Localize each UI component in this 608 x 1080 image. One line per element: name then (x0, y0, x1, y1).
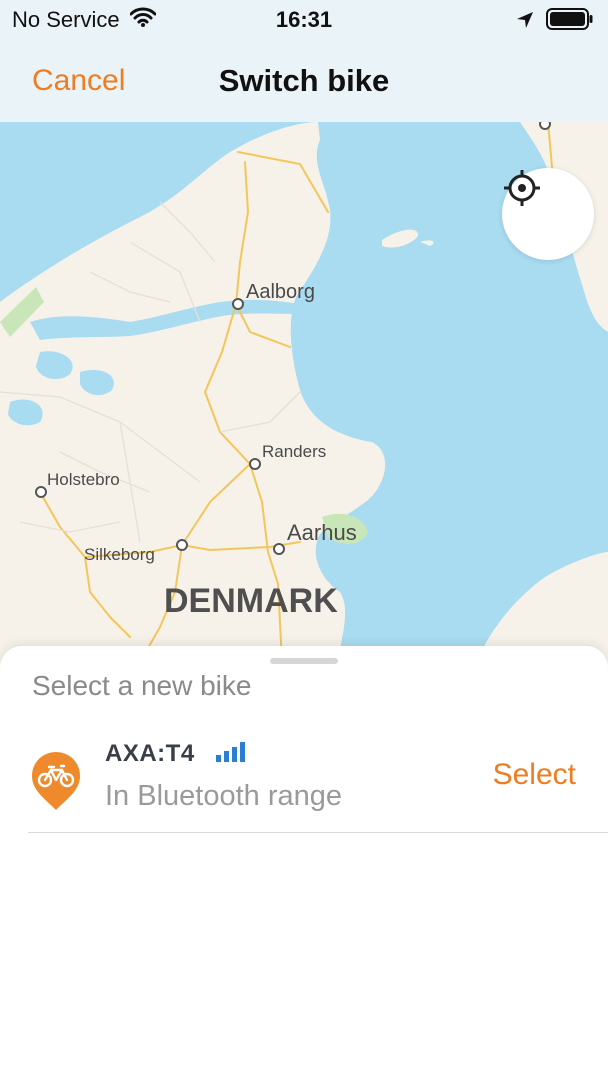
city-dot-randers (249, 458, 261, 470)
city-label-silkeborg: Silkeborg (84, 545, 155, 564)
bike-pin-icon (30, 750, 82, 812)
signal-strength-icon (216, 742, 246, 767)
city-dot-holstebro (35, 486, 47, 498)
city-dot-aalborg (232, 298, 244, 310)
locate-me-button[interactable] (502, 168, 594, 260)
battery-icon (546, 8, 594, 36)
city-dot-top (539, 122, 551, 130)
bike-name: AXA:T4 (105, 740, 195, 767)
island-laeso (420, 240, 434, 246)
map-view[interactable]: Aalborg Randers Holstebro Aarhus Silkebo… (0, 122, 608, 682)
bike-list-item[interactable]: AXA:T4 In Bluetooth range Select (28, 730, 608, 833)
sheet-grabber[interactable] (270, 658, 338, 664)
status-bar: 16:31 No Service (0, 0, 608, 40)
navigation-bar: Cancel Switch bike (0, 40, 608, 123)
city-label-holstebro: Holstebro (47, 470, 120, 489)
bike-selection-sheet: Select a new bike AXA:T4 In Bluetooth ra… (0, 646, 608, 1080)
select-bike-button[interactable]: Select (493, 758, 576, 792)
cancel-button[interactable]: Cancel (32, 64, 125, 98)
wifi-icon (129, 7, 157, 33)
city-label-randers: Randers (262, 442, 326, 461)
city-label-aarhus: Aarhus (287, 520, 357, 545)
carrier-label: No Service (12, 7, 120, 32)
bike-status: In Bluetooth range (105, 780, 343, 812)
city-dot-aarhus (273, 543, 285, 555)
city-label-aalborg: Aalborg (246, 281, 315, 303)
city-dot-silkeborg (176, 539, 188, 551)
island-anholt (382, 229, 419, 248)
location-arrow-icon (516, 9, 534, 35)
country-label: DENMARK (164, 582, 338, 620)
sheet-heading: Select a new bike (32, 670, 252, 701)
